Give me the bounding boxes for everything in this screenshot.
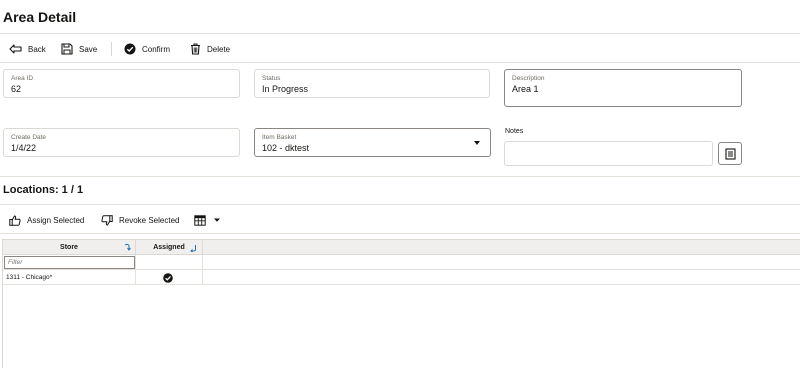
- save-button[interactable]: Save: [61, 41, 97, 57]
- divider: [0, 176, 800, 177]
- status-label: Status: [262, 75, 281, 82]
- thumbs-up-icon: [9, 214, 21, 226]
- toolbar-separator: [111, 42, 112, 56]
- column-header-assigned-label: Assigned: [153, 244, 185, 251]
- item-basket-select[interactable]: Item Basket 102 - dktest: [254, 128, 491, 157]
- area-id-value: 62: [11, 84, 22, 94]
- delete-label: Delete: [207, 44, 231, 54]
- divider: [0, 233, 800, 234]
- filter-row: [3, 255, 800, 270]
- area-id-field: Area ID 62: [3, 69, 240, 98]
- trash-icon: [191, 43, 200, 55]
- sort-indicator-icon[interactable]: [190, 244, 197, 252]
- table-view-icon: [194, 214, 206, 226]
- column-separator: [135, 255, 136, 270]
- notes-label: Notes: [505, 128, 524, 135]
- area-id-label: Area ID: [11, 75, 34, 82]
- locations-grid: Store Assigned 1311 - Chicago*: [2, 239, 800, 368]
- divider: [0, 62, 800, 63]
- column-header-store[interactable]: Store: [3, 240, 135, 255]
- revoke-selected-button[interactable]: Revoke Selected: [101, 212, 179, 228]
- revoke-selected-label: Revoke Selected: [119, 215, 180, 225]
- check-circle-icon: [124, 43, 136, 55]
- item-basket-label: Item Basket: [262, 134, 297, 141]
- back-label: Back: [28, 44, 46, 54]
- create-date-label: Create Date: [11, 134, 47, 141]
- view-options-button[interactable]: [194, 212, 221, 228]
- assign-selected-label: Assign Selected: [27, 215, 85, 225]
- item-basket-value: 102 - dktest: [262, 143, 310, 153]
- divider: [0, 204, 800, 205]
- confirm-button[interactable]: Confirm: [124, 41, 170, 57]
- notes-icon: [724, 147, 736, 160]
- assign-selected-button[interactable]: Assign Selected: [9, 212, 84, 228]
- store-cell: 1311 - Chicago*: [6, 274, 53, 281]
- status-value: In Progress: [262, 84, 309, 94]
- column-separator: [202, 270, 203, 285]
- create-date-value: 1/4/22: [11, 143, 37, 153]
- back-button[interactable]: Back: [9, 41, 46, 57]
- column-header-store-label: Store: [60, 244, 78, 251]
- description-field[interactable]: Description Area 1: [504, 69, 742, 107]
- save-icon: [61, 43, 73, 55]
- sort-indicator-icon[interactable]: [124, 243, 131, 251]
- delete-button[interactable]: Delete: [190, 41, 230, 57]
- divider: [0, 33, 800, 34]
- status-field: Status In Progress: [254, 69, 490, 98]
- column-separator: [202, 240, 203, 255]
- store-filter-input[interactable]: [4, 256, 135, 269]
- assigned-check-icon: [163, 273, 173, 283]
- back-arrow-icon: [9, 44, 22, 54]
- chevron-down-icon[interactable]: [474, 141, 480, 145]
- column-separator: [202, 255, 203, 270]
- notes-input[interactable]: [504, 141, 713, 166]
- description-label: Description: [512, 75, 545, 82]
- confirm-label: Confirm: [142, 44, 171, 54]
- table-row[interactable]: 1311 - Chicago*: [3, 270, 800, 285]
- create-date-field: Create Date 1/4/22: [3, 128, 240, 157]
- description-value[interactable]: Area 1: [512, 84, 539, 94]
- locations-title: Locations: 1 / 1: [3, 184, 84, 196]
- thumbs-down-icon: [101, 214, 113, 226]
- save-label: Save: [79, 44, 98, 54]
- caret-down-icon: [214, 218, 220, 222]
- notes-button[interactable]: [718, 142, 742, 165]
- column-separator: [135, 270, 136, 285]
- grid-header: Store Assigned: [3, 240, 800, 255]
- page-title: Area Detail: [3, 9, 77, 25]
